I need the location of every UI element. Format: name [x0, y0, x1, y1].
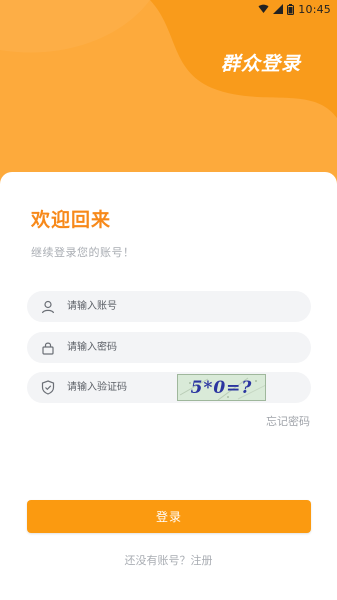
forgot-password-link[interactable]: 忘记密码: [266, 413, 310, 429]
captcha-field[interactable]: [27, 372, 311, 403]
wifi-icon: [258, 4, 269, 14]
status-time: 10:45: [298, 2, 331, 16]
app-title: 群众登录: [220, 53, 301, 75]
welcome-subtitle: 继续登录您的账号！: [31, 246, 135, 259]
captcha-image[interactable]: 5*0=?: [177, 374, 266, 401]
welcome-heading: 欢迎回来: [31, 209, 112, 231]
account-input[interactable]: [65, 300, 209, 313]
login-screen: 10:45 群众登录 欢迎回来 继续登录您的账号！ 5*0=?: [0, 0, 337, 600]
header-background: [0, 0, 337, 190]
shield-check-icon: [33, 380, 63, 395]
captcha-text: 5*0=?: [190, 377, 253, 398]
password-input[interactable]: [65, 341, 209, 354]
status-bar: 10:45: [0, 0, 337, 18]
battery-icon: [287, 3, 295, 15]
login-button[interactable]: 登录: [27, 500, 311, 533]
lock-icon: [33, 341, 63, 355]
account-field[interactable]: [27, 291, 311, 322]
password-field[interactable]: [27, 332, 311, 363]
register-link[interactable]: 还没有账号？注册: [0, 552, 337, 568]
user-icon: [33, 300, 63, 314]
cellular-signal-icon: [273, 4, 284, 14]
